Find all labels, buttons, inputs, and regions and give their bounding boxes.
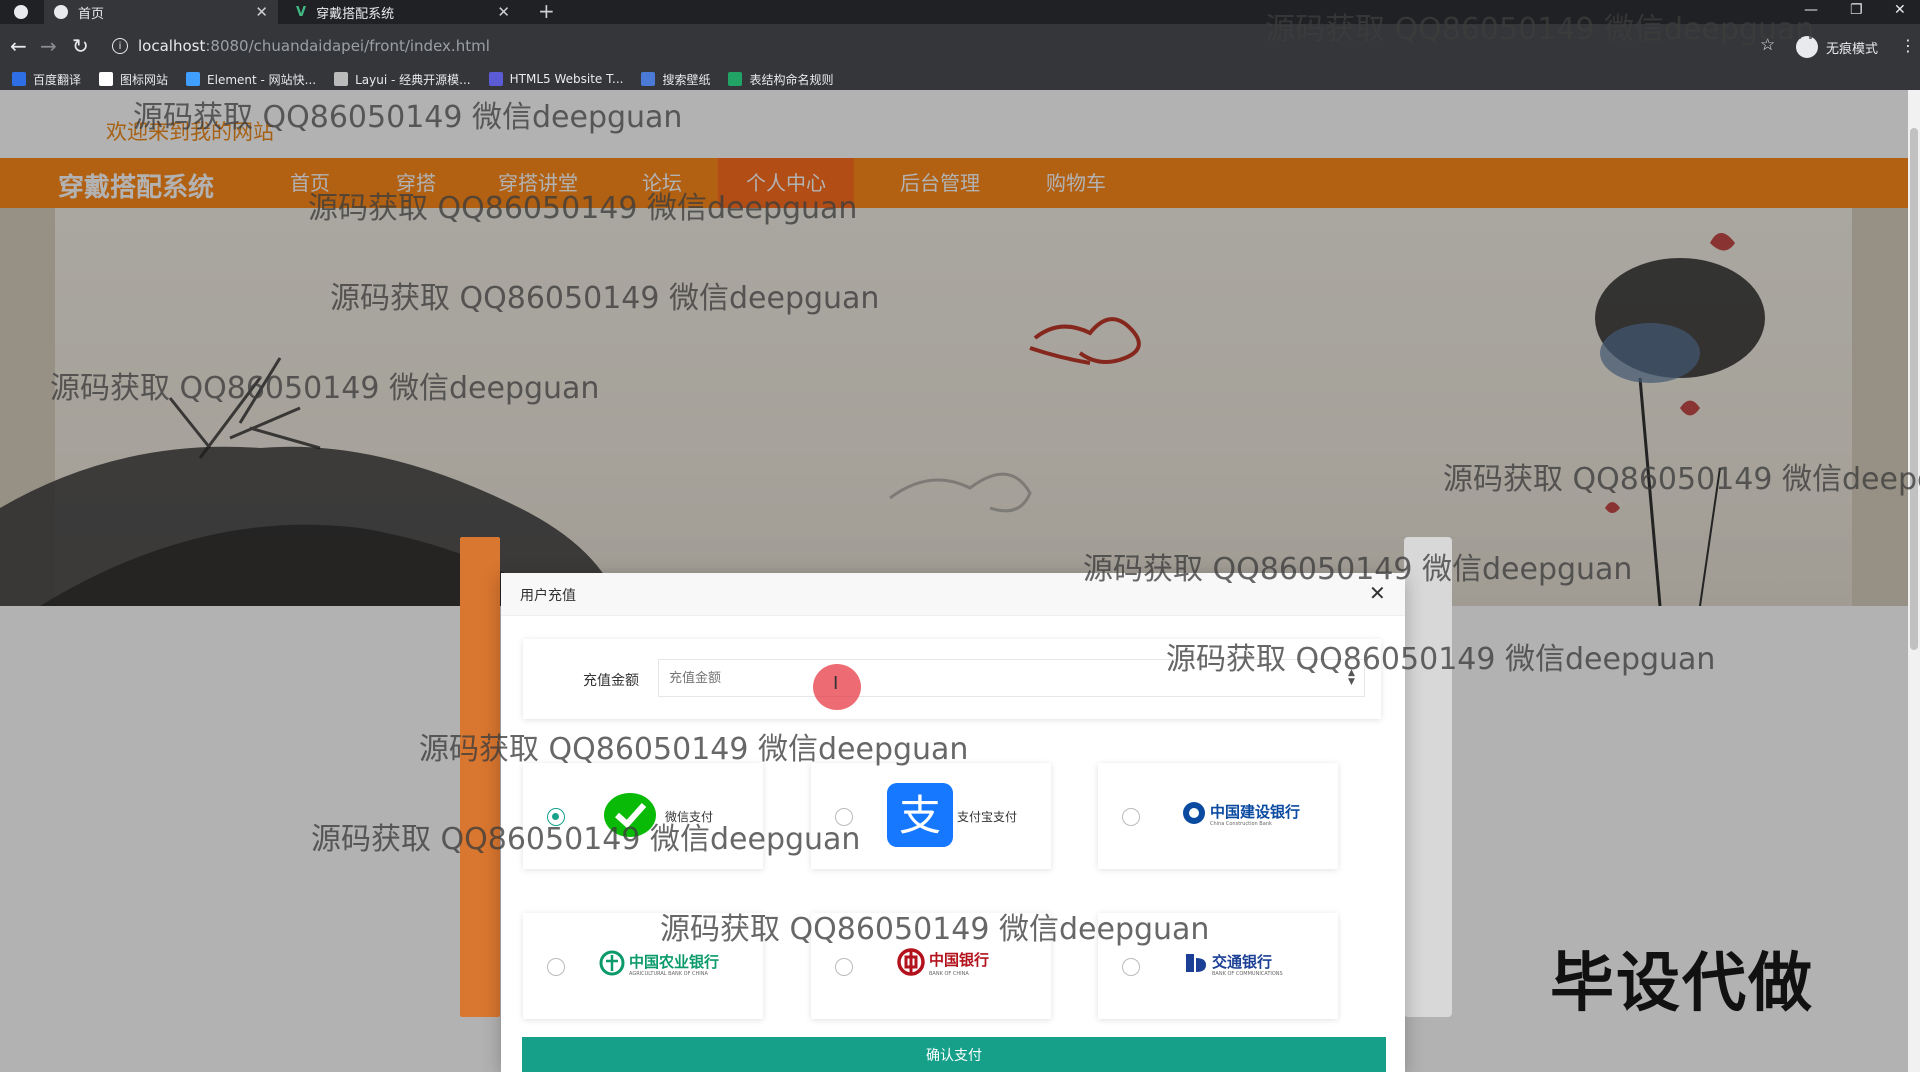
background-panel [1404, 537, 1452, 1017]
boc-logo [897, 948, 925, 976]
incognito-label: 无痕模式 [1826, 41, 1879, 57]
bookmark-item[interactable]: 搜索壁纸 [641, 71, 710, 88]
url-path: :8080/chuandaidapei/front/index.html [205, 37, 490, 55]
bookmark-item[interactable]: Layui - 经典开源模... [334, 71, 471, 88]
tab-close-icon[interactable]: ✕ [255, 3, 268, 21]
tab-title: 首页 [78, 6, 105, 22]
bocom-logo [1186, 954, 1206, 972]
bank-english-name: BANK OF CHINA [929, 971, 969, 977]
tab-close-icon[interactable]: ✕ [497, 3, 510, 21]
bookmark-item[interactable]: 表结构命名规则 [728, 71, 833, 88]
amount-label: 充值金额 [583, 673, 639, 689]
payment-label: 支付宝支付 [957, 810, 1018, 824]
chrome-menu-icon[interactable] [14, 0, 28, 24]
watermark: 源码获取 QQ86050149 微信deepguan [660, 912, 1210, 947]
watermark: 源码获取 QQ86050149 微信deepguan [1265, 12, 1815, 47]
ccb-logo [1183, 802, 1205, 824]
bookmark-label: Layui - 经典开源模... [355, 72, 471, 87]
flag-icon [99, 72, 114, 86]
text-cursor-icon: I [833, 673, 839, 694]
url-field[interactable]: i localhost:8080/chuandaidapei/front/ind… [112, 30, 490, 62]
reload-icon[interactable]: ↻ [72, 34, 89, 58]
bank-name: 中国农业银行 [629, 953, 720, 971]
radio-boc[interactable] [835, 958, 853, 976]
sheet-icon [728, 72, 743, 86]
corner-stamp: 毕设代做 [1550, 947, 1814, 1021]
background-sidebar [460, 537, 500, 1017]
bookmark-label: Element - 网站快... [207, 72, 317, 87]
bookmark-label: 表结构命名规则 [749, 72, 834, 87]
watermark: 源码获取 QQ86050149 微信deepguan [1083, 552, 1633, 587]
bookmark-item[interactable]: HTML5 Website T... [488, 72, 624, 86]
watermark: 源码获取 QQ86050149 微信deepguan [419, 732, 969, 767]
radio-ccb[interactable] [1122, 808, 1140, 826]
tab-title: 穿戴搭配系统 [316, 6, 395, 22]
bank-name: 中国银行 [929, 951, 990, 969]
vue-icon: V [296, 4, 307, 20]
abc-logo [599, 950, 625, 976]
watermark: 源码获取 QQ86050149 微信deepguan [311, 822, 861, 857]
info-icon[interactable]: i [112, 38, 128, 54]
radio-abc[interactable] [547, 958, 565, 976]
restore-button[interactable]: ❐ [1850, 0, 1863, 24]
new-tab-button[interactable]: + [538, 0, 555, 24]
bookmark-icon [12, 72, 26, 86]
bookmark-label: 百度翻译 [33, 72, 82, 87]
bank-english-name: China Construction Bank [1210, 821, 1272, 827]
element-icon [186, 72, 201, 86]
watermark: 源码获取 QQ86050149 微信deepguan [1166, 642, 1716, 677]
bookmark-item[interactable]: 百度翻译 [12, 71, 81, 88]
confirm-pay-button[interactable]: 确认支付 [522, 1037, 1386, 1072]
watermark: 源码获取 QQ86050149 微信deepg [1443, 462, 1920, 497]
tab-home[interactable]: 首页 ✕ [44, 0, 278, 24]
bank-english-name: AGRICULTURAL BANK OF CHINA [629, 971, 708, 977]
close-window-button[interactable]: ✕ [1894, 0, 1906, 24]
alipay-icon: 支 [887, 783, 953, 847]
layui-icon [334, 72, 349, 86]
bookmark-item[interactable]: Element - 网站快... [186, 71, 316, 88]
watermark: 源码获取 QQ86050149 微信deepguan [308, 191, 858, 226]
url-host: localhost [138, 37, 206, 55]
bookmark-label: HTML5 Website T... [509, 72, 624, 86]
bank-english-name: BANK OF COMMUNICATIONS [1212, 971, 1283, 977]
svg-text:支: 支 [899, 791, 941, 840]
scrollbar-thumb[interactable] [1910, 128, 1918, 650]
bookmarks-bar: 百度翻译 图标网站 Element - 网站快... Layui - 经典开源模… [0, 68, 1920, 90]
back-icon[interactable]: ← [10, 34, 27, 58]
globe-icon [54, 5, 68, 19]
bank-name: 交通银行 [1212, 953, 1273, 971]
bank-name: 中国建设银行 [1210, 803, 1301, 821]
bookmark-item[interactable]: 图标网站 [99, 71, 168, 88]
bookmark-label: 图标网站 [120, 72, 169, 87]
watermark: 源码获取 QQ86050149 微信deepguan [133, 100, 683, 135]
html5-icon [488, 72, 503, 86]
forward-icon[interactable]: → [40, 34, 57, 58]
bookmark-label: 搜索壁纸 [662, 72, 711, 87]
more-menu-icon[interactable]: ⋮ [1900, 36, 1916, 55]
tab-system[interactable]: V 穿戴搭配系统 ✕ [286, 0, 520, 24]
wallpaper-icon [641, 72, 656, 86]
radio-bocom[interactable] [1122, 958, 1140, 976]
dialog-title: 用户充值 [520, 588, 576, 604]
payment-option-ccb[interactable]: 中国建设银行 China Construction Bank [1098, 763, 1338, 869]
watermark: 源码获取 QQ86050149 微信deepguan [50, 371, 600, 406]
watermark: 源码获取 QQ86050149 微信deepguan [330, 281, 880, 316]
